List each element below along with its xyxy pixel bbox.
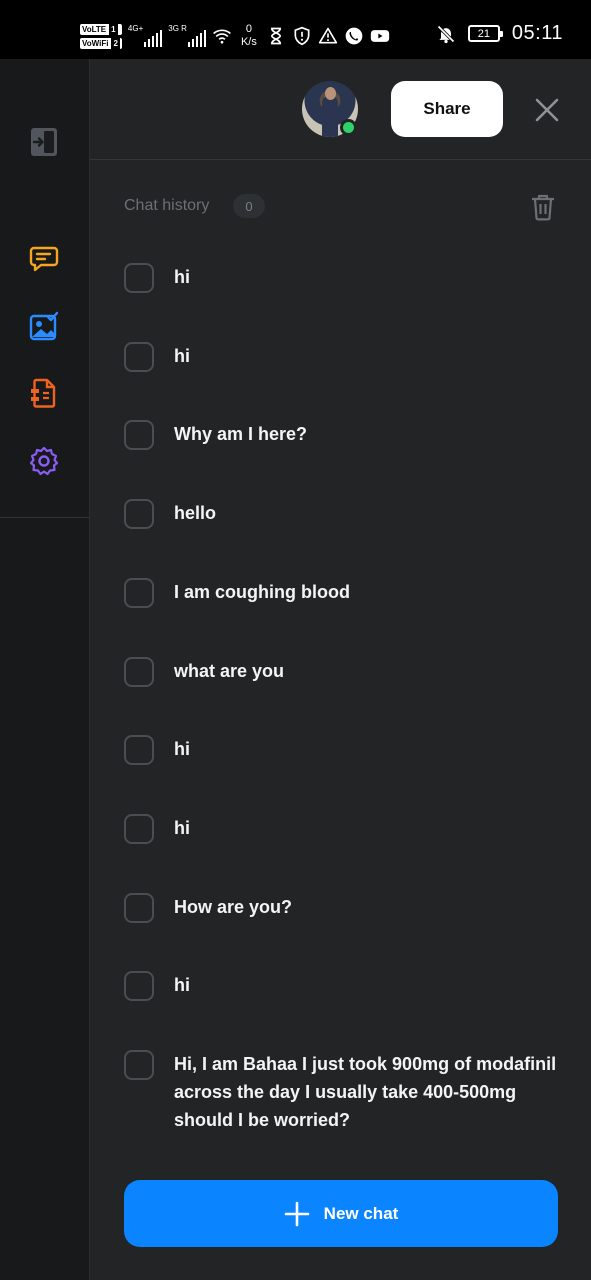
rail-divider <box>0 517 89 518</box>
new-chat-button[interactable]: New chat <box>124 1180 558 1247</box>
history-title: Chat history <box>124 197 210 214</box>
status-right: 21 05:11 <box>436 22 563 45</box>
history-item-title[interactable]: what are you <box>174 657 564 685</box>
history-panel: Share Chat history 0 hi hi Why am I here… <box>90 59 591 1280</box>
speed-unit: K/s <box>240 36 257 48</box>
battery-level: 21 <box>477 27 491 40</box>
history-item-checkbox[interactable] <box>124 263 154 293</box>
history-item[interactable]: How are you? <box>124 893 564 923</box>
history-item-checkbox[interactable] <box>124 814 154 844</box>
history-item-checkbox[interactable] <box>124 657 154 687</box>
online-status-dot <box>340 119 357 136</box>
history-item-title[interactable]: I am coughing blood <box>174 578 564 606</box>
signal-1: 4G+ <box>127 24 163 47</box>
bell-muted-icon <box>437 24 455 43</box>
signal-2: 3G R <box>168 25 206 47</box>
history-item-title[interactable]: hi <box>174 971 564 999</box>
history-item-title[interactable]: hi <box>174 263 564 291</box>
history-item-title[interactable]: hello <box>174 499 564 527</box>
chat-bubble-icon <box>29 246 59 272</box>
rail-document-button[interactable] <box>28 377 60 409</box>
wifi-icon <box>213 29 231 44</box>
status-clock: 05:11 <box>511 22 563 44</box>
network-type-2: 3G R <box>168 24 187 33</box>
warning-icon <box>318 27 338 44</box>
history-item[interactable]: hi <box>124 342 564 372</box>
history-item[interactable]: I am coughing blood <box>124 578 564 608</box>
avatar-figure <box>322 95 338 137</box>
sidebar-toggle-icon <box>31 128 57 156</box>
avatar-head <box>325 87 336 100</box>
sim-indicators: VoLTE 1 VoWiFi 2 <box>80 23 122 49</box>
rail-settings-button[interactable] <box>28 445 60 477</box>
history-header: Chat history 0 <box>124 191 564 223</box>
history-item[interactable]: hi <box>124 814 564 844</box>
history-item-checkbox[interactable] <box>124 1050 154 1080</box>
history-item-title[interactable]: hi <box>174 814 564 842</box>
sim1-number: 1 <box>109 23 118 35</box>
history-item-title[interactable]: hi <box>174 735 564 763</box>
panel-header: Share <box>90 59 591 160</box>
share-button[interactable]: Share <box>391 81 503 137</box>
history-item[interactable]: what are you <box>124 657 564 687</box>
battery-icon: 21 <box>467 25 503 42</box>
network-speed: 0 K/s <box>238 23 260 49</box>
history-item[interactable]: hi <box>124 263 564 293</box>
document-icon <box>31 378 56 408</box>
new-chat-label: New chat <box>323 1203 399 1223</box>
history-item[interactable]: hi <box>124 735 564 765</box>
rail-chat-button[interactable] <box>28 243 60 275</box>
youtube-icon <box>370 30 390 42</box>
status-left: VoLTE 1 VoWiFi 2 4G+ 3G R 0 K/s <box>80 18 390 54</box>
plus-icon <box>284 1201 309 1226</box>
history-item-checkbox[interactable] <box>124 342 154 372</box>
sim1-label: VoLTE <box>82 24 107 34</box>
history-count-badge: 0 <box>233 194 265 218</box>
signal-bars-1-icon <box>144 29 163 47</box>
history-item-checkbox[interactable] <box>124 499 154 529</box>
network-type-1: 4G+ <box>127 24 144 33</box>
rail-image-button[interactable] <box>28 310 60 342</box>
history-item-title[interactable]: Hi, I am Bahaa I just took 900mg of moda… <box>174 1050 564 1134</box>
history-item[interactable]: hello <box>124 499 564 529</box>
trash-icon[interactable] <box>530 193 556 221</box>
side-rail <box>0 59 90 1280</box>
shield-alert-icon <box>294 26 310 46</box>
history-item-checkbox[interactable] <box>124 735 154 765</box>
history-item-title[interactable]: How are you? <box>174 893 564 921</box>
history-item-title[interactable]: hi <box>174 342 564 370</box>
history-item-checkbox[interactable] <box>124 578 154 608</box>
phone-call-icon <box>345 27 363 45</box>
history-item-title[interactable]: Why am I here? <box>174 420 564 448</box>
image-check-icon <box>29 311 59 341</box>
history-item[interactable]: hi <box>124 971 564 1001</box>
rail-collapse-button[interactable] <box>28 126 60 158</box>
close-icon[interactable] <box>532 95 562 125</box>
history-item-checkbox[interactable] <box>124 893 154 923</box>
status-bar: VoLTE 1 VoWiFi 2 4G+ 3G R 0 K/s 21 05:11 <box>0 0 591 59</box>
history-item-checkbox[interactable] <box>124 971 154 1001</box>
gear-icon <box>29 446 59 476</box>
history-item[interactable]: Hi, I am Bahaa I just took 900mg of moda… <box>124 1050 564 1134</box>
history-item-checkbox[interactable] <box>124 420 154 450</box>
history-item[interactable]: Why am I here? <box>124 420 564 450</box>
app-root: VoLTE 1 VoWiFi 2 4G+ 3G R 0 K/s 21 05:11… <box>0 0 591 1280</box>
sim2-number: 2 <box>111 37 120 49</box>
sim2-label: VoWiFi <box>82 38 109 48</box>
signal-bars-2-icon <box>187 29 206 47</box>
sim2-tag: VoWiFi 2 <box>80 37 122 49</box>
hourglass-icon <box>270 27 281 45</box>
sim1-tag: VoLTE 1 <box>80 23 122 35</box>
speed-value: 0 <box>245 23 252 35</box>
